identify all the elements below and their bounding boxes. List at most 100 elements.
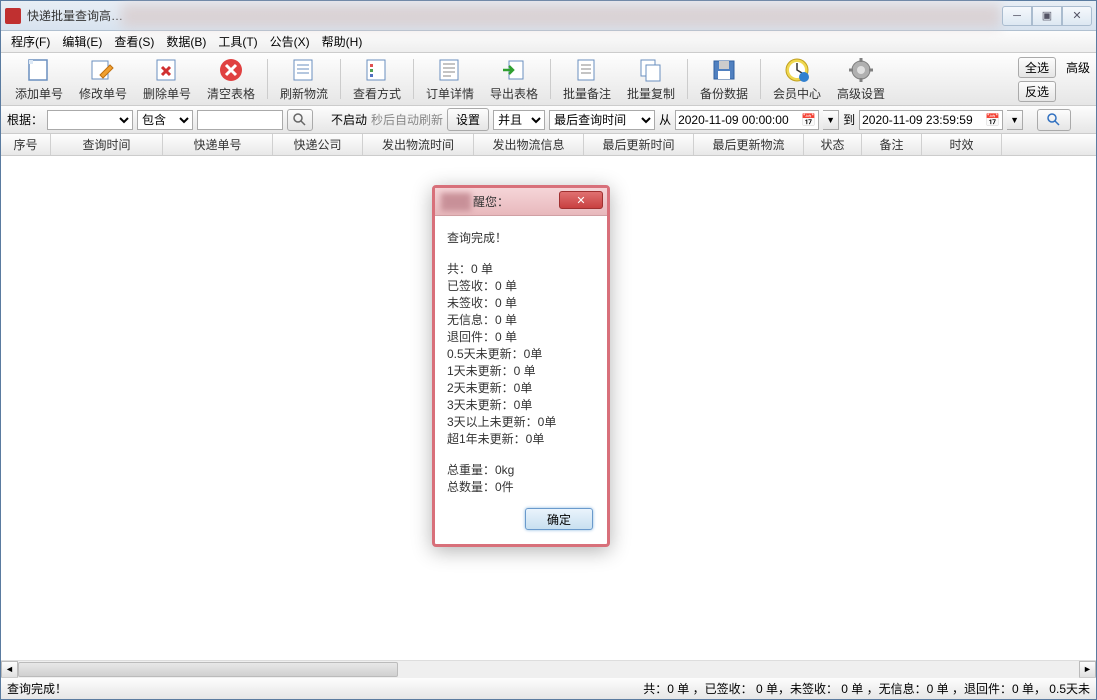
close-button[interactable]: ✕	[1062, 6, 1092, 26]
search2-button[interactable]	[1037, 109, 1071, 131]
advanced-label[interactable]: 高级	[1062, 59, 1090, 76]
scroll-thumb[interactable]	[18, 662, 398, 677]
clear-icon	[217, 57, 245, 83]
menu-data[interactable]: 数据(B)	[162, 31, 210, 52]
dialog-line: 已签收：0 单	[447, 278, 597, 295]
scroll-left[interactable]: ◄	[1, 661, 18, 678]
dialog-line: 3天以上未更新：0单	[447, 414, 597, 431]
column-header[interactable]: 发出物流时间	[363, 134, 474, 155]
status-right: 共：0 单 ，已签收： 0 单，未签收： 0 单 ，无信息：0 单 ，退回件：0…	[643, 680, 1090, 697]
menubar: 程序(F) 编辑(E) 查看(S) 数据(B) 工具(T) 公告(X) 帮助(H…	[1, 31, 1096, 53]
scroll-right[interactable]: ►	[1079, 661, 1096, 678]
result-dialog: 醒您： ✕ 查询完成！ 共：0 单已签收：0 单未签收：0 单无信息：0 单退回件…	[432, 185, 610, 547]
dialog-close-button[interactable]: ✕	[559, 191, 603, 209]
titlebar: 快递批量查询高… ─ ▣ ✕	[1, 1, 1096, 31]
viewmode-icon	[363, 57, 391, 83]
lastquery-select[interactable]: 最后查询时间	[549, 110, 655, 130]
viewmode-button[interactable]: 查看方式	[345, 55, 409, 103]
column-header[interactable]: 最后更新时间	[584, 134, 694, 155]
column-header[interactable]: 备注	[862, 134, 922, 155]
minimize-button[interactable]: ─	[1002, 6, 1032, 26]
column-header[interactable]: 序号	[1, 134, 51, 155]
batchnote-icon	[573, 57, 601, 83]
modify-button[interactable]: 修改单号	[71, 55, 135, 103]
and-select[interactable]: 并且	[493, 110, 545, 130]
filter-input[interactable]	[197, 110, 283, 130]
member-button[interactable]: 会员中心	[765, 55, 829, 103]
window-title: 快递批量查询高…	[27, 7, 123, 24]
gear-icon	[847, 57, 875, 83]
from-label: 从	[659, 111, 671, 128]
date-from-input[interactable]: 2020-11-09 00:00:00📅	[675, 110, 819, 130]
modify-icon	[89, 57, 117, 83]
settings-button[interactable]: 设置	[447, 108, 489, 131]
dialog-line: 0.5天未更新：0单	[447, 346, 597, 363]
dialog-line: 1天未更新：0 单	[447, 363, 597, 380]
basis-select[interactable]	[47, 110, 133, 130]
contains-select[interactable]: 包含	[137, 110, 193, 130]
dialog-line: 2天未更新：0单	[447, 380, 597, 397]
refresh-button[interactable]: 刷新物流	[272, 55, 336, 103]
delete-icon	[153, 57, 181, 83]
column-header[interactable]: 快递单号	[163, 134, 273, 155]
detail-icon	[436, 57, 464, 83]
dialog-body: 查询完成！ 共：0 单已签收：0 单未签收：0 单无信息：0 单退回件：0 单 0…	[435, 216, 607, 508]
batchnote-button[interactable]: 批量备注	[555, 55, 619, 103]
invert-button[interactable]: 反选	[1018, 81, 1056, 102]
member-icon	[783, 57, 811, 83]
refresh-icon	[290, 57, 318, 83]
statusbar: 查询完成！ 共：0 单 ，已签收： 0 单，未签收： 0 单 ，无信息：0 单 …	[1, 677, 1096, 699]
dialog-line: 无信息：0 单	[447, 312, 597, 329]
search-button[interactable]	[287, 109, 313, 131]
to-label: 到	[843, 111, 855, 128]
dialog-titlebar[interactable]: 醒您： ✕	[435, 188, 607, 216]
toolbar: 添加单号 修改单号 删除单号 清空表格 刷新物流 查看方式 订单详情	[1, 53, 1096, 106]
column-header[interactable]: 最后更新物流	[694, 134, 804, 155]
menu-help[interactable]: 帮助(H)	[318, 31, 367, 52]
advset-button[interactable]: 高级设置	[829, 55, 893, 103]
date-to-input[interactable]: 2020-11-09 23:59:59📅	[859, 110, 1003, 130]
selectall-button[interactable]: 全选	[1018, 57, 1056, 78]
batchcopy-button[interactable]: 批量复制	[619, 55, 683, 103]
detail-button[interactable]: 订单详情	[418, 55, 482, 103]
column-header[interactable]: 时效	[922, 134, 1002, 155]
dialog-ok-button[interactable]: 确定	[525, 508, 593, 530]
dialog-line: 超1年未更新：0单	[447, 431, 597, 448]
export-icon	[500, 57, 528, 83]
column-header[interactable]: 查询时间	[51, 134, 163, 155]
app-icon	[5, 8, 21, 24]
date-from-dropdown[interactable]: ▼	[823, 110, 839, 130]
column-header[interactable]: 发出物流信息	[474, 134, 584, 155]
menu-edit[interactable]: 编辑(E)	[58, 31, 106, 52]
menu-view[interactable]: 查看(S)	[110, 31, 158, 52]
dialog-line: 总数量：0件	[447, 479, 597, 496]
dialog-title-blur	[441, 193, 471, 211]
menu-program[interactable]: 程序(F)	[7, 31, 54, 52]
add-icon	[25, 57, 53, 83]
date-to-dropdown[interactable]: ▼	[1007, 110, 1023, 130]
clear-button[interactable]: 清空表格	[199, 55, 263, 103]
backup-icon	[710, 57, 738, 83]
backup-button[interactable]: 备份数据	[692, 55, 756, 103]
batchcopy-icon	[637, 57, 665, 83]
delete-button[interactable]: 删除单号	[135, 55, 199, 103]
nostart-label: 不启动	[331, 111, 367, 128]
menu-tools[interactable]: 工具(T)	[214, 31, 261, 52]
dialog-line: 3天未更新：0单	[447, 397, 597, 414]
filterbar: 根据： 包含 不启动 秒后自动刷新 设置 并且 最后查询时间 从 2020-11…	[1, 106, 1096, 134]
basis-label: 根据：	[7, 111, 43, 128]
add-button[interactable]: 添加单号	[7, 55, 71, 103]
maximize-button[interactable]: ▣	[1032, 6, 1062, 26]
status-left: 查询完成！	[7, 680, 67, 697]
export-button[interactable]: 导出表格	[482, 55, 546, 103]
dialog-line: 未签收：0 单	[447, 295, 597, 312]
dialog-line: 共：0 单	[447, 261, 597, 278]
column-header[interactable]: 状态	[804, 134, 862, 155]
menu-notice[interactable]: 公告(X)	[266, 31, 314, 52]
dialog-line: 查询完成！	[447, 230, 597, 247]
dialog-line: 总重量：0kg	[447, 462, 597, 479]
dialog-line: 退回件：0 单	[447, 329, 597, 346]
autorefresh-label: 秒后自动刷新	[371, 111, 443, 128]
column-header[interactable]: 快递公司	[273, 134, 363, 155]
scrollbar-horizontal[interactable]: ◄ ►	[1, 660, 1096, 677]
